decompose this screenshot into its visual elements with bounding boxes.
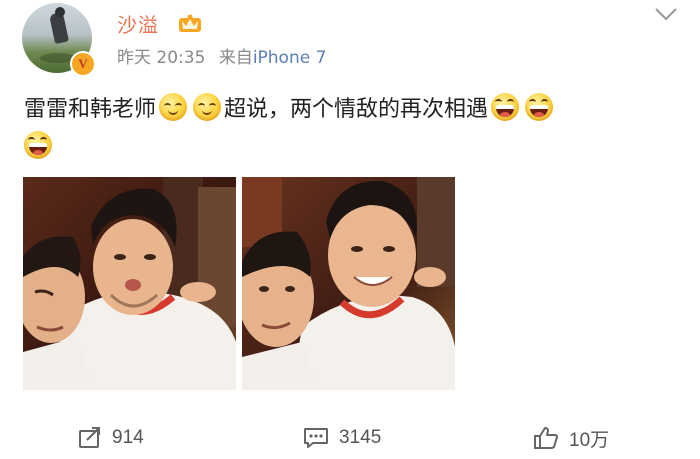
verified-badge-icon: V (70, 51, 96, 77)
username[interactable]: 沙溢 (117, 9, 159, 38)
post-meta: 昨天 20:35 来自iPhone 7 (117, 43, 326, 68)
user-avatar[interactable]: V (22, 3, 96, 77)
post-time: 昨天 20:35 (117, 48, 206, 68)
post-text-part-1: 雷雷和韩老师 (24, 97, 157, 122)
repost-count: 914 (112, 427, 144, 448)
vip-crown-icon[interactable] (177, 12, 203, 34)
like-button[interactable]: 10万 (533, 420, 609, 456)
post-photo-1[interactable] (23, 177, 236, 390)
smile-emoji-icon (193, 93, 222, 121)
comment-count: 3145 (339, 427, 382, 448)
smile-emoji-icon (159, 93, 188, 121)
comment-button[interactable]: 3145 (303, 420, 381, 456)
laugh-emoji-icon (491, 93, 520, 121)
source-prefix: 来自 (218, 48, 253, 68)
repost-icon (79, 427, 100, 448)
thumbs-up-icon (534, 427, 558, 449)
source-device-link[interactable]: iPhone 7 (253, 48, 327, 68)
comment-icon (304, 428, 328, 448)
laugh-emoji-icon (525, 93, 554, 121)
action-bar: 914 3145 10万 (0, 420, 700, 456)
weibo-post: V 沙溢 昨天 20:35 来自iPhone 7 雷雷和韩老师 超说，两个情敌的再… (0, 0, 700, 459)
like-count: 10万 (569, 429, 610, 451)
repost-button[interactable]: 914 (78, 420, 144, 456)
post-text: 雷雷和韩老师 超说，两个情敌的再次相遇 (24, 91, 674, 167)
post-photo-2[interactable] (242, 177, 455, 390)
chevron-down-icon[interactable] (654, 6, 678, 22)
post-text-part-2: 超说，两个情敌的再次相遇 (224, 97, 489, 122)
laugh-emoji-icon (24, 131, 52, 159)
